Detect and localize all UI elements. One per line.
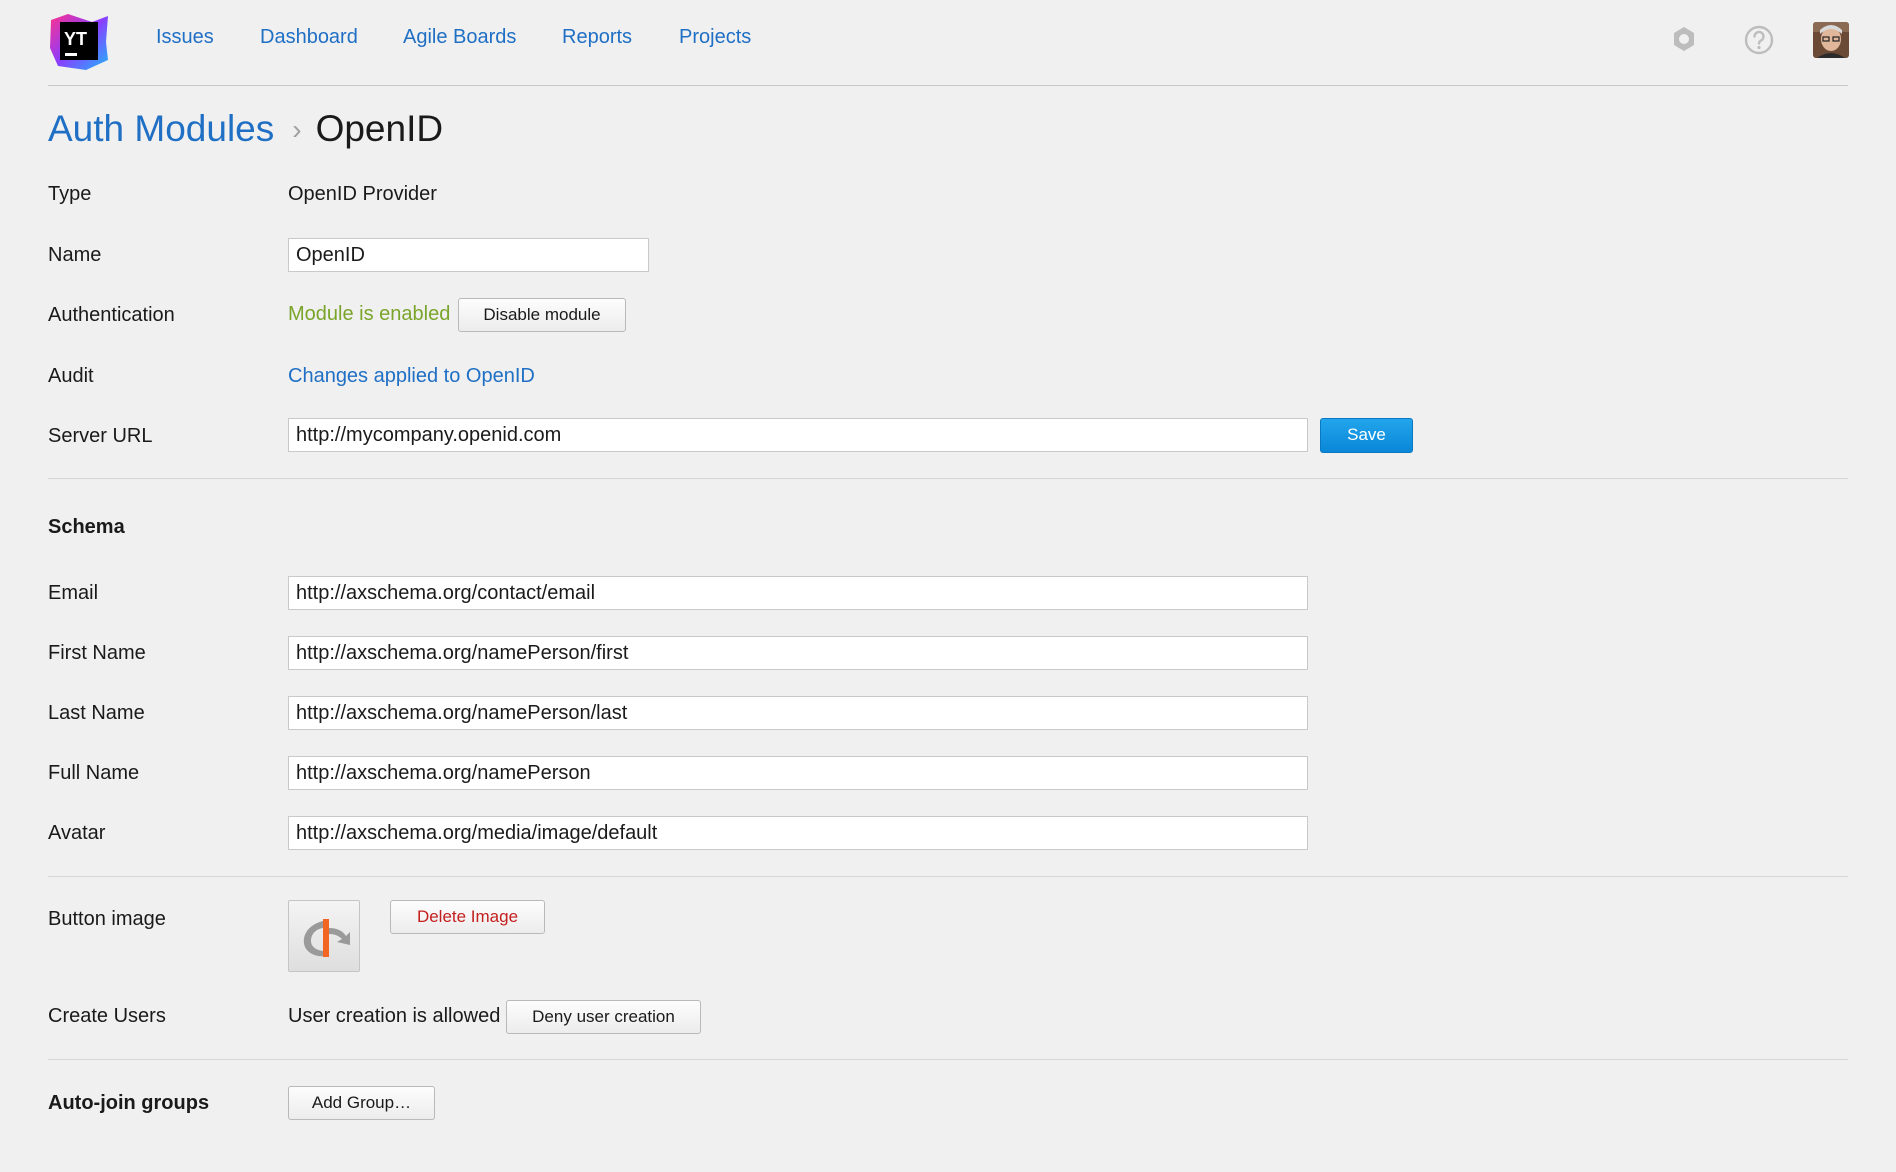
schema-heading: Schema	[48, 516, 125, 538]
email-label: Email	[48, 582, 99, 604]
type-value: OpenID Provider	[288, 183, 437, 205]
settings-icon[interactable]	[1669, 24, 1699, 59]
type-label: Type	[48, 183, 92, 205]
auto-join-groups-label: Auto-join groups	[48, 1092, 210, 1114]
server-url-label: Server URL	[48, 425, 153, 447]
nav-dashboard[interactable]: Dashboard	[260, 26, 358, 49]
openid-logo-icon	[303, 919, 350, 957]
authentication-label: Authentication	[48, 304, 175, 326]
nav-issues[interactable]: Issues	[156, 26, 214, 49]
breadcrumb: Auth Modules › OpenID	[48, 108, 443, 150]
email-field[interactable]: http://axschema.org/contact/email	[288, 576, 1308, 610]
divider	[48, 876, 1848, 877]
last-name-field[interactable]: http://axschema.org/namePerson/last	[288, 696, 1308, 730]
create-users-label: Create Users	[48, 1005, 166, 1027]
button-image-label: Button image	[48, 908, 166, 930]
nav-agile-boards[interactable]: Agile Boards	[403, 26, 516, 49]
user-creation-status: User creation is allowed	[288, 1005, 501, 1027]
first-name-field[interactable]: http://axschema.org/namePerson/first	[288, 636, 1308, 670]
first-name-label: First Name	[48, 642, 146, 664]
server-url-input[interactable]: http://mycompany.openid.com	[288, 418, 1308, 452]
page-title: OpenID	[315, 108, 444, 149]
divider	[48, 1059, 1848, 1060]
add-group-button[interactable]: Add Group…	[288, 1086, 435, 1120]
full-name-field[interactable]: http://axschema.org/namePerson	[288, 756, 1308, 790]
full-name-label: Full Name	[48, 762, 140, 784]
nav-reports[interactable]: Reports	[562, 26, 632, 49]
breadcrumb-separator: ›	[292, 114, 302, 145]
youtrack-logo[interactable]: YT	[48, 12, 110, 72]
module-status: Module is enabled	[288, 303, 451, 325]
divider	[48, 478, 1848, 479]
name-label: Name	[48, 244, 102, 266]
delete-image-button[interactable]: Delete Image	[390, 900, 545, 934]
name-input[interactable]: OpenID	[288, 238, 649, 272]
save-button[interactable]: Save	[1320, 418, 1413, 453]
logo-text: YT	[64, 29, 87, 49]
deny-user-creation-button[interactable]: Deny user creation	[506, 1000, 701, 1034]
audit-changes-link[interactable]: Changes applied to OpenID	[288, 365, 535, 388]
last-name-label: Last Name	[48, 702, 145, 724]
nav-projects[interactable]: Projects	[679, 26, 751, 49]
avatar-label: Avatar	[48, 822, 106, 844]
help-icon[interactable]	[1743, 24, 1775, 61]
breadcrumb-auth-modules[interactable]: Auth Modules	[48, 108, 274, 149]
openid-button-image	[288, 900, 360, 972]
avatar-field[interactable]: http://axschema.org/media/image/default	[288, 816, 1308, 850]
avatar[interactable]	[1813, 22, 1849, 58]
top-header: YT Issues Dashboard Agile Boards Reports…	[48, 0, 1849, 86]
disable-module-button[interactable]: Disable module	[458, 298, 626, 332]
audit-label: Audit	[48, 365, 94, 387]
